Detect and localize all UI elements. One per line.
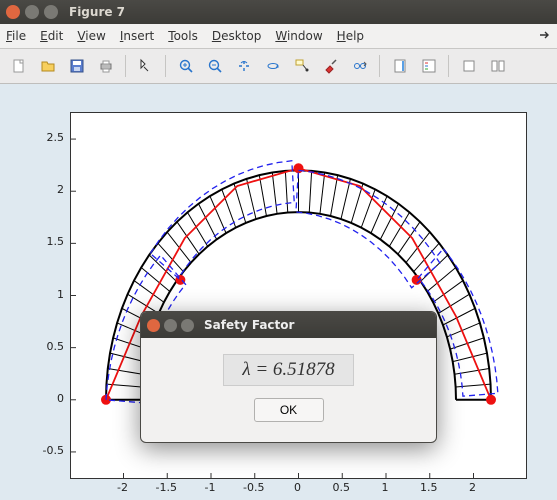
hide-plot-tools-button[interactable]	[455, 53, 482, 80]
menu-help[interactable]: Help	[337, 29, 364, 43]
save-button[interactable]	[63, 53, 90, 80]
maximize-icon[interactable]	[181, 319, 194, 332]
brush-button[interactable]	[317, 53, 344, 80]
dialog-title: Safety Factor	[204, 318, 294, 332]
toolbar	[0, 49, 557, 84]
print-button[interactable]	[92, 53, 119, 80]
insert-legend-button[interactable]	[415, 53, 442, 80]
safety-factor-dialog: Safety Factor λ = 6.51878 OK	[140, 311, 437, 443]
ytick-label: 1.5	[40, 235, 64, 248]
ytick-label: 2.5	[40, 131, 64, 144]
data-cursor-button[interactable]	[288, 53, 315, 80]
menu-desktop[interactable]: Desktop	[212, 29, 262, 43]
dock-arrow-icon[interactable]	[539, 29, 551, 44]
menu-file[interactable]: File	[6, 29, 26, 43]
zoom-out-button[interactable]	[201, 53, 228, 80]
insert-colorbar-button[interactable]	[386, 53, 413, 80]
menu-insert[interactable]: Insert	[120, 29, 154, 43]
xtick-label: 1.5	[415, 481, 443, 494]
figure-window: Figure 7 File Edit View Insert Tools Des…	[0, 0, 557, 500]
menu-edit[interactable]: Edit	[40, 29, 63, 43]
link-data-button[interactable]	[346, 53, 373, 80]
xtick-label: -1	[196, 481, 224, 494]
dialog-titlebar: Safety Factor	[141, 312, 436, 338]
lambda-value: λ = 6.51878	[223, 354, 353, 386]
ytick-label: 0.5	[40, 340, 64, 353]
xtick-label: -1.5	[152, 481, 180, 494]
close-icon[interactable]	[6, 5, 20, 19]
xtick-label: -2	[109, 481, 137, 494]
new-figure-button[interactable]	[5, 53, 32, 80]
minimize-icon[interactable]	[164, 319, 177, 332]
window-titlebar: Figure 7	[0, 0, 557, 24]
xtick-label: 2	[459, 481, 487, 494]
menu-tools[interactable]: Tools	[168, 29, 198, 43]
pan-button[interactable]	[230, 53, 257, 80]
menu-view[interactable]: View	[77, 29, 105, 43]
ytick-label: 2	[40, 183, 64, 196]
xtick-label: 0	[284, 481, 312, 494]
xtick-label: -0.5	[240, 481, 268, 494]
minimize-icon[interactable]	[25, 5, 39, 19]
ok-button[interactable]: OK	[254, 398, 324, 422]
open-button[interactable]	[34, 53, 61, 80]
xtick-label: 1	[371, 481, 399, 494]
zoom-in-button[interactable]	[172, 53, 199, 80]
close-icon[interactable]	[147, 319, 160, 332]
edit-plot-button[interactable]	[132, 53, 159, 80]
xtick-label: 0.5	[327, 481, 355, 494]
ytick-label: 0	[40, 392, 64, 405]
rotate-3d-button[interactable]	[259, 53, 286, 80]
maximize-icon[interactable]	[44, 5, 58, 19]
window-title: Figure 7	[69, 5, 125, 19]
show-plot-tools-button[interactable]	[484, 53, 511, 80]
menubar: File Edit View Insert Tools Desktop Wind…	[0, 24, 557, 49]
ytick-label: -0.5	[40, 444, 64, 457]
ytick-label: 1	[40, 288, 64, 301]
menu-window[interactable]: Window	[275, 29, 322, 43]
